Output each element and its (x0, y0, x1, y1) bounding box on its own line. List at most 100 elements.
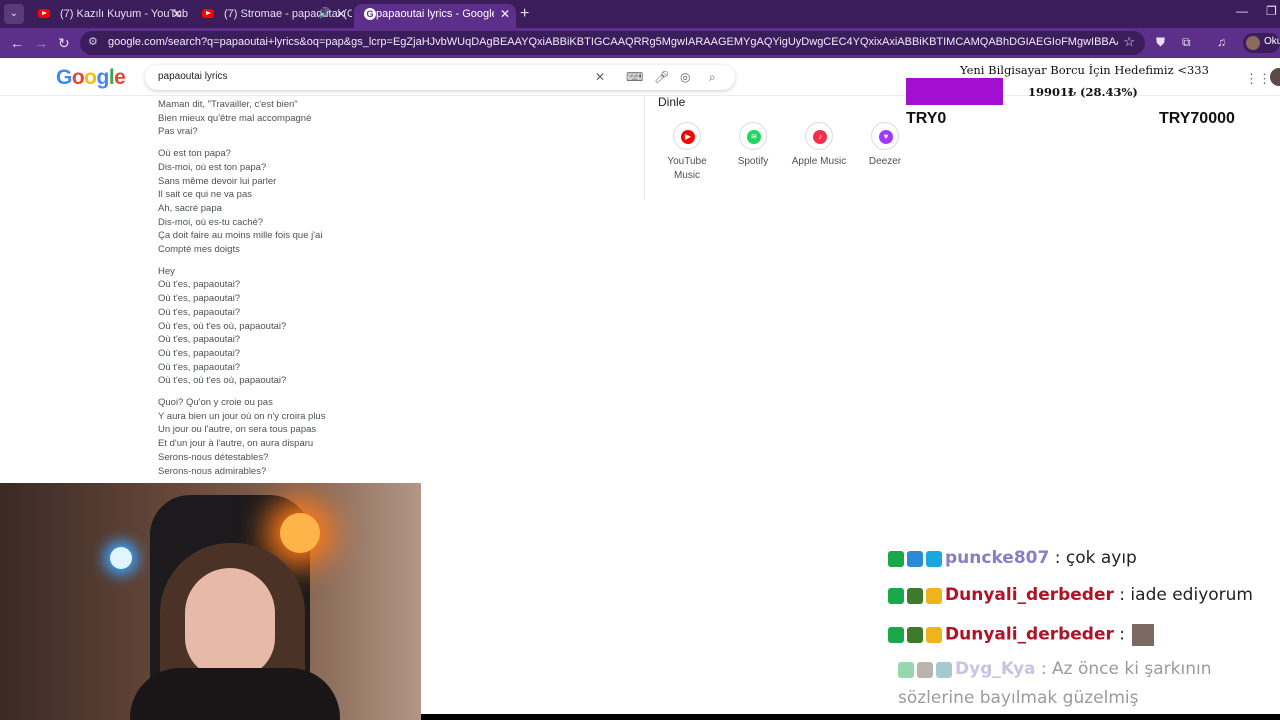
profile-button[interactable]: Oku (1243, 33, 1280, 53)
service-label: Spotify (737, 156, 769, 167)
browser-toolbar: ← → ↻ ⚙ google.com/search?q=papaoutai+ly… (0, 28, 1280, 58)
chat-message: Dunyali_derbeder : iade ediyorum (888, 585, 1253, 605)
chat-badge-icon (907, 587, 923, 604)
lyric-line: Bien mieux qu'être mal accompagné (158, 112, 312, 124)
keyboard-icon[interactable]: ⌨ (626, 70, 643, 84)
blue-light (110, 547, 132, 569)
account-avatar[interactable] (1270, 68, 1280, 86)
microphone-icon[interactable]: 🎤︎ (654, 70, 669, 84)
lyric-line: Pas vrai? (158, 126, 198, 138)
tab-close-icon[interactable]: ✕ (500, 4, 510, 24)
listen-service-spotify[interactable]: ≋ Spotify (723, 122, 783, 169)
spotify-icon: ≋ (747, 130, 761, 144)
tab-close-icon[interactable]: ✕ (172, 4, 182, 24)
lyric-line: Où t'es, où t'es où, papaoutai? (158, 320, 287, 332)
listen-service-apple-music[interactable]: ♪ Apple Music (789, 122, 849, 169)
browser-tab-strip: ⌄ (7) Kazılı Kuyum - YouTube ✕ (7) Strom… (0, 0, 1280, 28)
address-bar[interactable]: ⚙ google.com/search?q=papaoutai+lyrics&o… (80, 31, 1145, 55)
tab-youtube-kazili-kuyum[interactable]: (7) Kazılı Kuyum - YouTube ✕ (26, 4, 188, 28)
lyrics-stanza: Où est ton papa? Dis-moi, où est ton papa… (158, 147, 478, 257)
chat-username: Dunyali_derbeder (945, 624, 1114, 645)
lyric-line: Où t'es, papaoutai? (158, 279, 241, 291)
lyric-line: Quoi? Qu'on y croie ou pas (158, 397, 273, 409)
lyric-line: Ça doit faire au moins mille fois que j'… (158, 230, 323, 242)
chat-badge-icon (888, 627, 904, 643)
goal-max-label: TRY70000 (1159, 110, 1235, 127)
bottom-bar (421, 714, 1280, 720)
lyrics-panel: Maman dit, "Travailler, c'est bien" Bien … (158, 98, 478, 484)
streamer-body (130, 668, 340, 720)
lyric-line: Où t'es, papaoutai? (158, 293, 241, 305)
goal-progress-fill (906, 78, 1003, 105)
youtube-favicon-icon (38, 9, 50, 18)
tab-youtube-stromae[interactable]: (7) Stromae - papaoutai (Of 🔊 ✕ (190, 4, 352, 28)
service-icon-circle: ♪ (805, 122, 833, 150)
chat-badge-icon (907, 627, 923, 643)
lyric-line: Compté mes doigts (158, 244, 240, 256)
listen-service-deezer[interactable]: ♥ Deezer (855, 122, 915, 169)
maximize-icon[interactable]: ❐ (1266, 4, 1277, 18)
lyric-line: Où est ton papa? (158, 148, 231, 160)
bookmark-star-icon[interactable]: ☆ (1123, 34, 1135, 50)
stream-screen: ⌄ (7) Kazılı Kuyum - YouTube ✕ (7) Strom… (0, 0, 1280, 720)
lyric-line: Où t'es, papaoutai? (158, 361, 241, 373)
lyric-line: Y aura bien un jour où on n'y croira plu… (158, 410, 326, 422)
listen-heading: Dinle (658, 95, 686, 109)
extensions-puzzle-icon[interactable]: ⧉ (1182, 35, 1191, 50)
service-label: YouTube Music (667, 156, 707, 181)
service-icon-circle: ♥ (871, 122, 899, 150)
google-favicon-icon: G (364, 8, 376, 20)
tab-search-dropdown[interactable]: ⌄ (4, 4, 24, 24)
clear-search-icon[interactable]: ✕ (595, 70, 605, 84)
listen-service-youtube-music[interactable]: ▶ YouTube Music (657, 122, 717, 183)
media-control-icon[interactable]: ♫ (1217, 35, 1226, 49)
chat-badge-icon (888, 550, 904, 567)
audio-playing-icon[interactable]: 🔊 (318, 4, 330, 24)
lyric-line: Maman dit, "Travailler, c'est bien" (158, 99, 298, 110)
lyric-line: Dis-moi, où es-tu caché? (158, 216, 264, 228)
lyric-line: Dis-moi, où est ton papa? (158, 161, 267, 173)
chat-badge-icon (917, 661, 933, 678)
chat-username: Dyg_Kya (955, 659, 1036, 679)
back-icon[interactable]: ← (10, 34, 24, 52)
lyric-line: Sans même devoir lui parler (158, 175, 277, 187)
url-text[interactable]: google.com/search?q=papaoutai+lyrics&oq=… (108, 36, 1118, 48)
lyric-line: Serons-nous détestables? (158, 451, 269, 463)
chat-badge-icon (926, 587, 942, 604)
deezer-icon: ♥ (879, 130, 893, 144)
chat-badge-icon (907, 550, 923, 567)
chat-badge-icon (936, 661, 952, 678)
lyric-line: Serons-nous admirables? (158, 465, 267, 477)
goal-min-label: TRY0 (906, 110, 947, 127)
lyric-line: Ah, sacré papa (158, 202, 222, 214)
new-tab-icon[interactable]: + (520, 4, 529, 24)
streamer-face (185, 568, 275, 678)
profile-label: Oku (1264, 36, 1280, 47)
lyric-line: Un jour ou l'autre, on sera tous papas (158, 424, 317, 436)
search-input[interactable]: papaoutai lyrics (158, 71, 227, 82)
tab-title: papaoutai lyrics - Google'da Ar (376, 8, 494, 20)
chat-text: : çok ayıp (1049, 548, 1137, 568)
lens-icon[interactable]: ◎ (680, 70, 690, 84)
google-logo[interactable]: Google (56, 66, 126, 90)
chat-text: : iade ediyorum (1113, 585, 1253, 605)
chat-message: Dyg_Kya : Az önce ki şarkının (898, 659, 1211, 679)
google-apps-icon[interactable]: ⋮⋮ (1245, 71, 1271, 87)
lyric-line: Il sait ce qui ne va pas (158, 189, 252, 201)
search-box[interactable]: papaoutai lyrics ✕ ⌨ 🎤︎ ◎ ⌕ (145, 65, 735, 90)
service-icon-circle: ≋ (739, 122, 767, 150)
forward-icon[interactable]: → (34, 34, 48, 52)
shield-extension-icon[interactable]: ⛊ (1156, 35, 1165, 50)
goal-amount: 19901₺ (28.43%) (1028, 85, 1138, 99)
search-icon[interactable]: ⌕ (709, 70, 716, 85)
reload-icon[interactable]: ↻ (58, 34, 70, 52)
tab-close-icon[interactable]: ✕ (336, 4, 346, 24)
service-label: Apple Music (791, 156, 847, 167)
youtube-music-icon: ▶ (681, 130, 695, 144)
lyrics-stanza: Maman dit, "Travailler, c'est bien" Bien … (158, 98, 478, 139)
lyrics-stanza: Hey Où t'es, papaoutai? Où t'es, papaoutai… (158, 265, 478, 388)
lyric-line: Et d'un jour à l'autre, on aura disparu (158, 438, 314, 450)
minimize-icon[interactable]: — (1236, 4, 1248, 18)
tab-google-search[interactable]: G papaoutai lyrics - Google'da Ar ✕ (354, 4, 516, 28)
site-info-icon[interactable]: ⚙ (88, 35, 98, 48)
